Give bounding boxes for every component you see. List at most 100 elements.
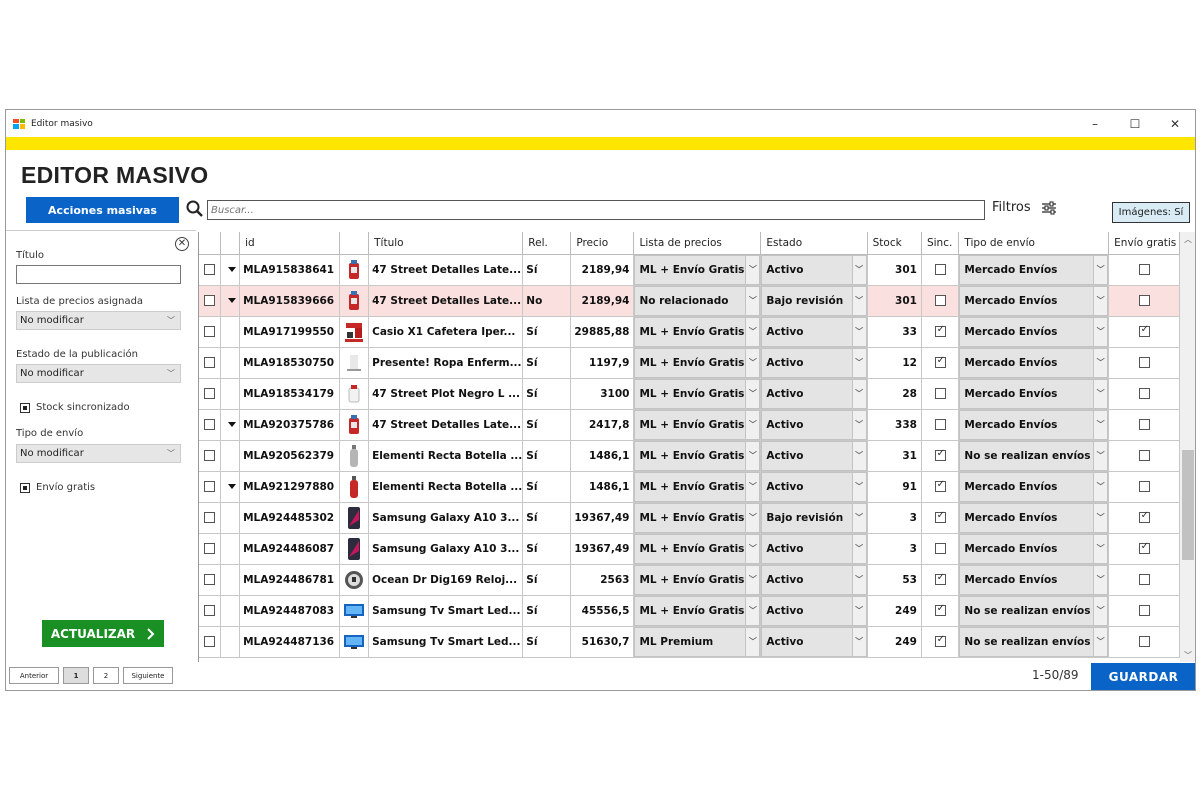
titulo-input[interactable] <box>16 265 181 284</box>
sinc-checkbox[interactable] <box>934 634 946 647</box>
table-row[interactable]: MLA920375786 47 Street Detalles Late... Sí… <box>199 409 1180 441</box>
stock-cell[interactable]: 338 <box>867 409 922 441</box>
col-stock[interactable]: Stock <box>867 232 922 255</box>
envio-gratis-cell[interactable] <box>1108 564 1180 596</box>
lista-precios-combo[interactable]: ML + Envío Gratis ﹀ <box>633 254 762 286</box>
sinc-checkbox[interactable] <box>934 324 946 337</box>
precio-cell[interactable]: 3100 <box>570 378 635 410</box>
stock-cell[interactable]: 31 <box>867 440 922 472</box>
envio-gratis-cell[interactable] <box>1108 440 1180 472</box>
row-expand-cell[interactable] <box>220 471 241 503</box>
search-input[interactable] <box>207 200 985 220</box>
sinc-checkbox[interactable] <box>934 603 946 616</box>
row-select-cell[interactable] <box>199 254 221 286</box>
precio-cell[interactable]: 19367,49 <box>570 533 635 565</box>
stock-cell[interactable]: 12 <box>867 347 922 379</box>
stock-cell[interactable]: 249 <box>867 626 922 658</box>
row-select-cell[interactable] <box>199 564 221 596</box>
row-expand-cell[interactable] <box>220 254 241 286</box>
col-id[interactable]: id <box>239 232 340 255</box>
estado-publicacion-select[interactable]: No modificar ﹀ <box>16 364 181 383</box>
envio-gratis-cell[interactable] <box>1108 502 1180 534</box>
sinc-cell[interactable] <box>921 502 960 534</box>
titulo-cell[interactable]: Presente! Ropa Enferm... <box>368 347 524 379</box>
stock-cell[interactable]: 91 <box>867 471 922 503</box>
sinc-checkbox[interactable] <box>934 295 946 306</box>
stock-cell[interactable]: 301 <box>867 254 922 286</box>
acciones-masivas-button[interactable]: Acciones masivas <box>26 197 179 223</box>
sinc-cell[interactable] <box>921 316 960 348</box>
titulo-cell[interactable]: Casio X1 Cafetera Iper... <box>368 316 524 348</box>
stock-cell[interactable]: 3 <box>867 533 922 565</box>
titulo-cell[interactable]: 47 Street Detalles Late... <box>368 285 524 317</box>
lista-precios-combo[interactable]: ML + Envío Gratis ﹀ <box>633 533 762 565</box>
lista-precios-combo[interactable]: ML + Envío Gratis ﹀ <box>633 564 762 596</box>
envio-gratis-checkbox[interactable] <box>1138 574 1150 585</box>
lista-precios-combo[interactable]: ML + Envío Gratis ﹀ <box>633 471 762 503</box>
col-precio[interactable]: Precio <box>570 232 635 255</box>
envio-gratis-cell[interactable] <box>1108 409 1180 441</box>
envio-gratis-cell[interactable] <box>1108 347 1180 379</box>
lista-precios-combo[interactable]: ML Premium ﹀ <box>633 626 762 658</box>
titulo-cell[interactable]: Elementi Recta Botella ... <box>368 440 524 472</box>
row-select-cell[interactable] <box>199 533 221 565</box>
titulo-cell[interactable]: 47 Street Detalles Late... <box>368 254 524 286</box>
row-select-cell[interactable] <box>199 626 221 658</box>
sinc-cell[interactable] <box>921 440 960 472</box>
precio-cell[interactable]: 29885,88 <box>570 316 635 348</box>
lista-precios-combo[interactable]: ML + Envío Gratis ﹀ <box>633 378 762 410</box>
envio-gratis-checkbox[interactable] <box>1138 295 1150 306</box>
titulo-cell[interactable]: 47 Street Plot Negro L ... <box>368 378 524 410</box>
envio-gratis-cell[interactable] <box>1108 626 1180 658</box>
stock-sincronizado-checkbox[interactable]: Stock sincronizado <box>20 402 130 413</box>
envio-gratis-cell[interactable] <box>1108 285 1180 317</box>
lista-precios-combo[interactable]: ML + Envío Gratis ﹀ <box>633 595 762 627</box>
sinc-cell[interactable] <box>921 409 960 441</box>
envio-gratis-cell[interactable] <box>1108 316 1180 348</box>
row-select-checkbox[interactable] <box>203 574 215 585</box>
estado-combo[interactable]: Activo ﹀ <box>760 440 868 472</box>
stock-cell[interactable]: 249 <box>867 595 922 627</box>
table-row[interactable]: MLA915839666 47 Street Detalles Late... No… <box>199 285 1180 317</box>
expand-arrow-icon[interactable] <box>227 267 236 272</box>
table-row[interactable]: MLA918534179 47 Street Plot Negro L ... Sí… <box>199 378 1180 410</box>
table-row[interactable]: MLA924486087 Samsung Galaxy A10 3... Sí 193… <box>199 533 1180 565</box>
row-select-cell[interactable] <box>199 471 221 503</box>
tipo-envio-combo[interactable]: Mercado Envíos ﹀ <box>958 347 1110 379</box>
lista-precios-combo[interactable]: ML + Envío Gratis ﹀ <box>633 409 762 441</box>
estado-combo[interactable]: Activo ﹀ <box>760 347 868 379</box>
table-row[interactable]: MLA924487083 Samsung Tv Smart Led... Sí 455… <box>199 595 1180 627</box>
tipo-envio-combo[interactable]: No se realizan envíos ﹀ <box>958 440 1110 472</box>
tipo-envio-combo[interactable]: Mercado Envíos ﹀ <box>958 254 1110 286</box>
sinc-cell[interactable] <box>921 378 960 410</box>
page-1-button[interactable]: 1 <box>63 667 89 684</box>
table-row[interactable]: MLA921297880 Elementi Recta Botella ... Sí… <box>199 471 1180 503</box>
sinc-cell[interactable] <box>921 626 960 658</box>
envio-gratis-checkbox[interactable] <box>1138 636 1150 647</box>
table-row[interactable]: MLA918530750 Presente! Ropa Enferm... Sí 11… <box>199 347 1180 379</box>
estado-combo[interactable]: Activo ﹀ <box>760 471 868 503</box>
lista-precios-combo[interactable]: ML + Envío Gratis ﹀ <box>633 502 762 534</box>
minimize-button[interactable]: – <box>1075 110 1115 137</box>
table-row[interactable]: MLA924485302 Samsung Galaxy A10 3... Sí 193… <box>199 502 1180 534</box>
col-titulo[interactable]: Título <box>368 232 524 255</box>
sinc-checkbox[interactable] <box>934 264 946 275</box>
precio-cell[interactable]: 2189,94 <box>570 285 635 317</box>
table-row[interactable]: MLA924487136 Samsung Tv Smart Led... Sí 516… <box>199 626 1180 658</box>
envio-gratis-checkbox[interactable] <box>1138 605 1150 616</box>
precio-cell[interactable]: 1486,1 <box>570 440 635 472</box>
sinc-cell[interactable] <box>921 595 960 627</box>
row-expand-cell[interactable] <box>220 409 241 441</box>
estado-combo[interactable]: Activo ﹀ <box>760 564 868 596</box>
imagenes-toggle-button[interactable]: Imágenes: Sí <box>1112 202 1190 223</box>
estado-combo[interactable]: Bajo revisión ﹀ <box>760 502 868 534</box>
tipo-envio-combo[interactable]: Mercado Envíos ﹀ <box>958 316 1110 348</box>
filtros-button[interactable]: Filtros <box>992 200 1057 215</box>
sinc-cell[interactable] <box>921 564 960 596</box>
sinc-checkbox[interactable] <box>934 572 946 585</box>
precio-cell[interactable]: 19367,49 <box>570 502 635 534</box>
sinc-cell[interactable] <box>921 285 960 317</box>
envio-gratis-checkbox[interactable] <box>1138 450 1150 461</box>
table-row[interactable]: MLA917199550 Casio X1 Cafetera Iper... Sí 2… <box>199 316 1180 348</box>
tipo-envio-combo[interactable]: Mercado Envíos ﹀ <box>958 533 1110 565</box>
